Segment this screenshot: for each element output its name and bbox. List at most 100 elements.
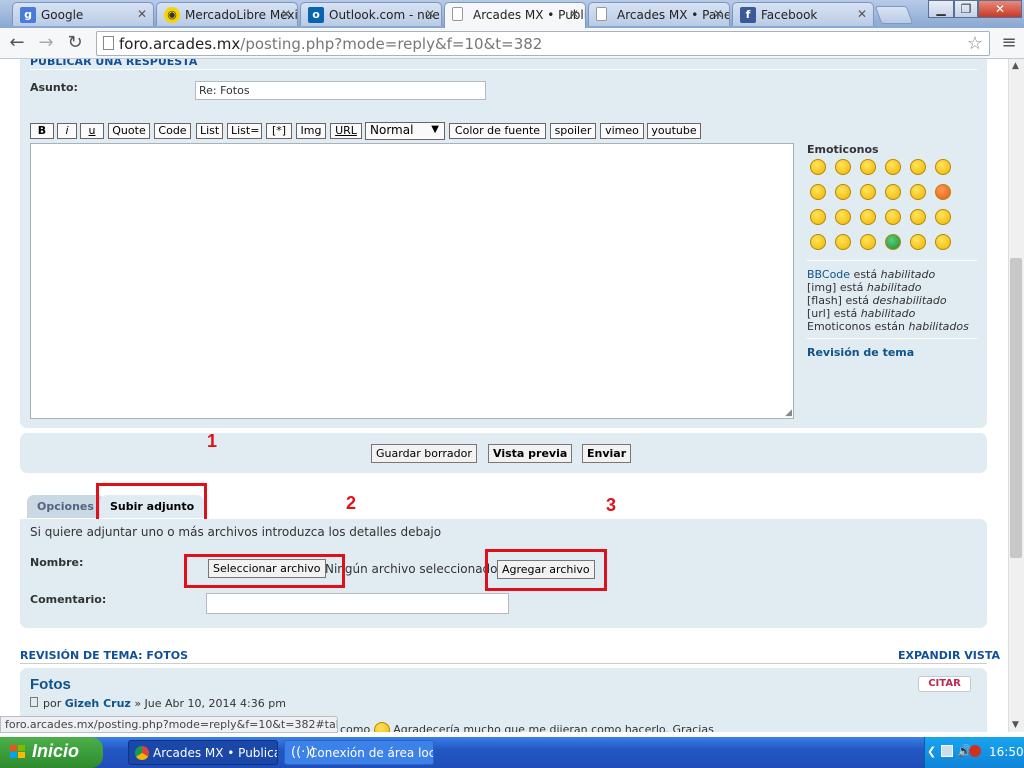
flash-text: [flash] está [807, 294, 873, 307]
topic-review-link[interactable]: Revisión de tema [807, 346, 914, 359]
minimize-button[interactable]: ▁ [928, 0, 954, 18]
img-state: habilitado [866, 281, 922, 294]
quote-button[interactable]: Quote [108, 123, 150, 139]
emoticon-icon[interactable] [860, 209, 876, 225]
italic-button[interactable]: i [57, 123, 77, 139]
chevron-left-icon[interactable]: ❮ [927, 745, 936, 758]
emoticon-icon[interactable] [810, 184, 826, 200]
img-button[interactable]: Img [296, 123, 326, 139]
subject-label: Asunto: [30, 81, 78, 94]
scroll-up-icon[interactable]: ▲ [1012, 61, 1019, 71]
post-meta: por Gizeh Cruz » Jue Abr 10, 2014 4:36 p… [30, 697, 286, 710]
emoticon-icon [373, 722, 390, 732]
emoticon-icon[interactable] [885, 234, 901, 250]
bbcode-link[interactable]: BBCode [807, 268, 850, 281]
list-button[interactable]: List [196, 123, 223, 139]
network-tray-icon[interactable] [941, 745, 953, 757]
system-tray: ❮ 🔊 16:50 [924, 737, 1024, 768]
post-body-start: como [340, 723, 371, 732]
back-icon[interactable]: ← [6, 33, 28, 53]
underline-button[interactable]: u [80, 123, 104, 139]
emoticon-icon[interactable] [885, 159, 901, 175]
alert-icon[interactable] [969, 745, 981, 757]
close-icon[interactable]: ✕ [857, 7, 867, 21]
mercadolibre-icon: ◉ [164, 7, 180, 23]
emoticon-icon[interactable] [860, 184, 876, 200]
start-button[interactable]: Inicio [0, 737, 103, 768]
maximize-button[interactable]: ❐ [954, 0, 978, 18]
window-close-button[interactable]: ✕ [978, 0, 1022, 18]
code-button[interactable]: Code [154, 123, 191, 139]
youtube-button[interactable]: youtube [647, 123, 701, 139]
emoticon-icon[interactable] [835, 209, 851, 225]
forward-icon[interactable]: → [35, 33, 57, 53]
emoticon-icon[interactable] [885, 209, 901, 225]
font-color-button[interactable]: Color de fuente [449, 123, 546, 139]
tab-google[interactable]: g Google ✕ [12, 2, 154, 26]
message-textarea[interactable]: ◢ [30, 143, 794, 419]
url-button[interactable]: URL [330, 123, 362, 139]
resize-handle-icon[interactable]: ◢ [785, 408, 792, 418]
author-link[interactable]: Gizeh Cruz [65, 697, 131, 710]
annotation-box [184, 554, 345, 588]
emoticon-icon[interactable] [860, 234, 876, 250]
emoticon-icon[interactable] [885, 184, 901, 200]
idea-icon[interactable] [810, 234, 826, 250]
page-icon [596, 7, 607, 21]
emoticon-icon[interactable] [935, 184, 951, 200]
emoticons-title: Emoticonos [807, 143, 879, 156]
close-icon[interactable]: ✕ [713, 7, 723, 21]
tab-arcades-publicar[interactable]: Arcades MX • Publi ✕ [444, 2, 586, 28]
tab-outlook[interactable]: o Outlook.com - nue ✕ [300, 2, 442, 26]
emoticon-icon[interactable] [935, 234, 951, 250]
submit-button[interactable]: Enviar [582, 444, 632, 463]
reload-icon[interactable]: ↻ [64, 33, 86, 53]
list-item-button[interactable]: [*] [266, 123, 292, 139]
menu-icon[interactable]: ≡ [998, 33, 1020, 53]
tab-arcades-panel[interactable]: Arcades MX • Pane ✕ [588, 2, 730, 26]
spoiler-button[interactable]: spoiler [550, 123, 596, 139]
expand-view-link[interactable]: EXPANDIR VISTA [898, 649, 1000, 662]
tab-mercadolibre[interactable]: ◉ MercadoLibre Mexi ✕ [156, 2, 298, 26]
filename-label: Nombre: [30, 556, 84, 569]
scroll-down-icon[interactable]: ▼ [1012, 720, 1019, 730]
quote-button[interactable]: CITAR [918, 676, 971, 692]
page-icon [103, 36, 114, 50]
close-icon[interactable]: ✕ [425, 7, 435, 21]
emoticon-icon[interactable] [810, 159, 826, 175]
arrow-icon[interactable] [835, 234, 851, 250]
question-icon[interactable] [935, 209, 951, 225]
emoticon-icon[interactable] [810, 209, 826, 225]
close-icon[interactable]: ✕ [137, 7, 147, 21]
star-icon[interactable]: ☆ [967, 33, 983, 54]
emoticon-icon[interactable] [935, 159, 951, 175]
taskbar-item-network[interactable]: ((·)) Conexión de área loc... [284, 740, 434, 765]
bold-button[interactable]: B [30, 123, 54, 139]
clock: 16:50 [989, 745, 1024, 759]
emoticon-icon[interactable] [860, 159, 876, 175]
close-icon[interactable]: ✕ [281, 7, 291, 21]
font-size-select[interactable]: Normal ▼ [365, 122, 445, 140]
post-title[interactable]: Fotos [30, 676, 71, 693]
emoticon-icon[interactable] [835, 184, 851, 200]
url-state: habilitado [860, 307, 916, 320]
close-icon[interactable]: ✕ [569, 7, 579, 21]
vimeo-button[interactable]: vimeo [600, 123, 644, 139]
address-bar[interactable]: foro.arcades.mx/posting.php?mode=reply&f… [96, 31, 990, 56]
scrollbar-thumb[interactable] [1010, 258, 1022, 558]
new-tab-button[interactable] [874, 6, 914, 24]
tab-facebook[interactable]: f Facebook ✕ [732, 2, 874, 26]
comment-textarea[interactable] [206, 593, 509, 614]
exclamation-icon[interactable] [910, 209, 926, 225]
emoticon-icon[interactable] [910, 184, 926, 200]
subject-input[interactable]: Re: Fotos [195, 81, 486, 100]
tab-options[interactable]: Opciones [27, 495, 104, 518]
status-bubble: foro.arcades.mx/posting.php?mode=reply&f… [0, 716, 338, 733]
save-draft-button[interactable]: Guardar borrador [371, 444, 477, 463]
emoticon-icon[interactable] [910, 159, 926, 175]
emoticon-icon[interactable] [835, 159, 851, 175]
ordered-list-button[interactable]: List= [227, 123, 262, 139]
preview-button[interactable]: Vista previa [488, 444, 573, 463]
taskbar-item-chrome[interactable]: Arcades MX • Publicar... [128, 740, 278, 765]
emoticon-icon[interactable] [910, 234, 926, 250]
